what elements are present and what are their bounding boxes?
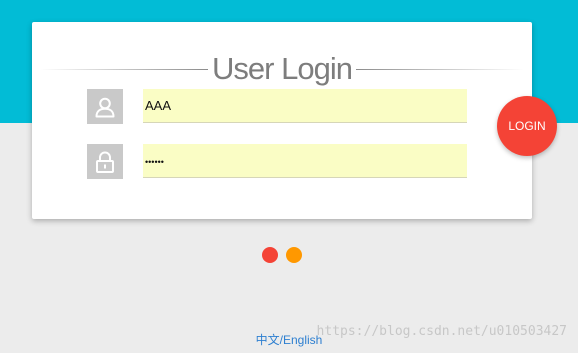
user-icon — [87, 89, 123, 124]
title-divider-right — [356, 69, 524, 70]
language-switcher: 中文/English — [0, 333, 578, 347]
password-mask: •••••• — [145, 157, 164, 167]
loading-dot-red — [262, 247, 278, 263]
login-card: User Login •••••• — [32, 22, 532, 219]
login-title: User Login — [212, 51, 353, 86]
lang-english-link[interactable]: English — [283, 333, 322, 347]
title-divider-left — [40, 69, 208, 70]
lock-icon — [87, 144, 123, 179]
loading-dot-orange — [286, 247, 302, 263]
username-input[interactable] — [143, 89, 467, 123]
lang-chinese-link[interactable]: 中文/ — [256, 333, 283, 347]
login-button[interactable]: LOGIN — [497, 96, 557, 156]
password-input[interactable]: •••••• — [143, 144, 467, 178]
